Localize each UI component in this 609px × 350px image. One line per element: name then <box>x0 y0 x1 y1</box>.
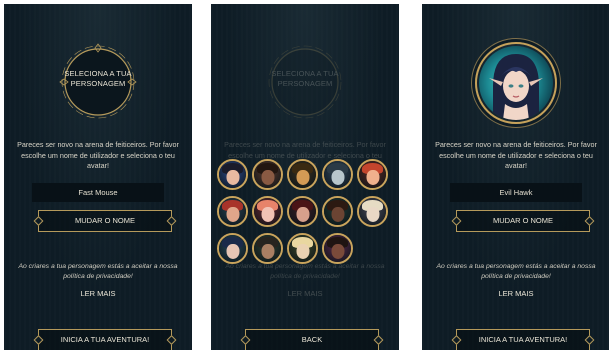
screen-avatar-picker: SELECIONA A TUA PERSONAGEM Pareces ser n… <box>211 4 399 350</box>
avatar-option[interactable] <box>252 196 283 227</box>
emblem-title: SELECIONA A TUA PERSONAGEM <box>271 69 339 88</box>
change-name-button[interactable]: MUDAR O NOME <box>38 210 172 232</box>
avatar-option[interactable] <box>322 233 353 264</box>
avatar-face <box>331 244 344 259</box>
read-more-link[interactable]: LER MAIS <box>211 289 399 298</box>
start-adventure-button[interactable]: INICIA A TUA AVENTURA! <box>38 329 172 350</box>
privacy-notice: Ao criares a tua personagem estás a acei… <box>18 263 178 280</box>
intro-text: Pareces ser novo na arena de feiticeiros… <box>435 140 597 170</box>
avatar-face <box>366 170 379 185</box>
username-field[interactable]: Evil Hawk <box>450 183 582 202</box>
avatar-option[interactable] <box>217 196 248 227</box>
selected-avatar-portrait[interactable] <box>475 42 557 124</box>
avatar-face <box>331 207 344 222</box>
avatar-option[interactable] <box>287 159 318 190</box>
character-emblem: SELECIONA A TUA PERSONAGEM <box>58 42 138 122</box>
avatar-option[interactable] <box>217 233 248 264</box>
avatar-face <box>296 244 309 259</box>
avatar-option[interactable] <box>287 196 318 227</box>
avatar-face <box>366 207 379 222</box>
avatar-option[interactable] <box>252 159 283 190</box>
avatar-face <box>331 170 344 185</box>
intro-text: Pareces ser novo na arena de feiticeiros… <box>17 140 179 170</box>
avatar-option[interactable] <box>357 196 388 227</box>
avatar-face <box>261 170 274 185</box>
avatar-option[interactable] <box>322 196 353 227</box>
avatar-option[interactable] <box>322 159 353 190</box>
avatar-face <box>296 207 309 222</box>
avatar-grid <box>217 159 395 271</box>
screen-character-selected: Pareces ser novo na arena de feiticeiros… <box>422 4 609 350</box>
avatar-face <box>296 170 309 185</box>
avatar-face <box>261 244 274 259</box>
avatar-option[interactable] <box>287 233 318 264</box>
back-button[interactable]: BACK <box>245 329 379 350</box>
avatar-option[interactable] <box>252 233 283 264</box>
username-field[interactable]: Fast Mouse <box>32 183 164 202</box>
start-adventure-button[interactable]: INICIA A TUA AVENTURA! <box>456 329 590 350</box>
privacy-notice: Ao criares a tua personagem estás a acei… <box>436 263 596 280</box>
avatar-face <box>226 244 239 259</box>
character-emblem: SELECIONA A TUA PERSONAGEM <box>265 42 345 122</box>
avatar-face <box>261 207 274 222</box>
change-name-button[interactable]: MUDAR O NOME <box>456 210 590 232</box>
screen-choose-character: SELECIONA A TUA PERSONAGEM Pareces ser n… <box>4 4 192 350</box>
read-more-link[interactable]: LER MAIS <box>422 289 609 298</box>
avatar-face <box>226 207 239 222</box>
emblem-title: SELECIONA A TUA PERSONAGEM <box>64 69 132 88</box>
avatar-face <box>226 170 239 185</box>
avatar-image <box>479 46 553 120</box>
avatar-option[interactable] <box>217 159 248 190</box>
read-more-link[interactable]: LER MAIS <box>4 289 192 298</box>
avatar-option[interactable] <box>357 159 388 190</box>
elf-avatar-icon <box>489 54 543 120</box>
